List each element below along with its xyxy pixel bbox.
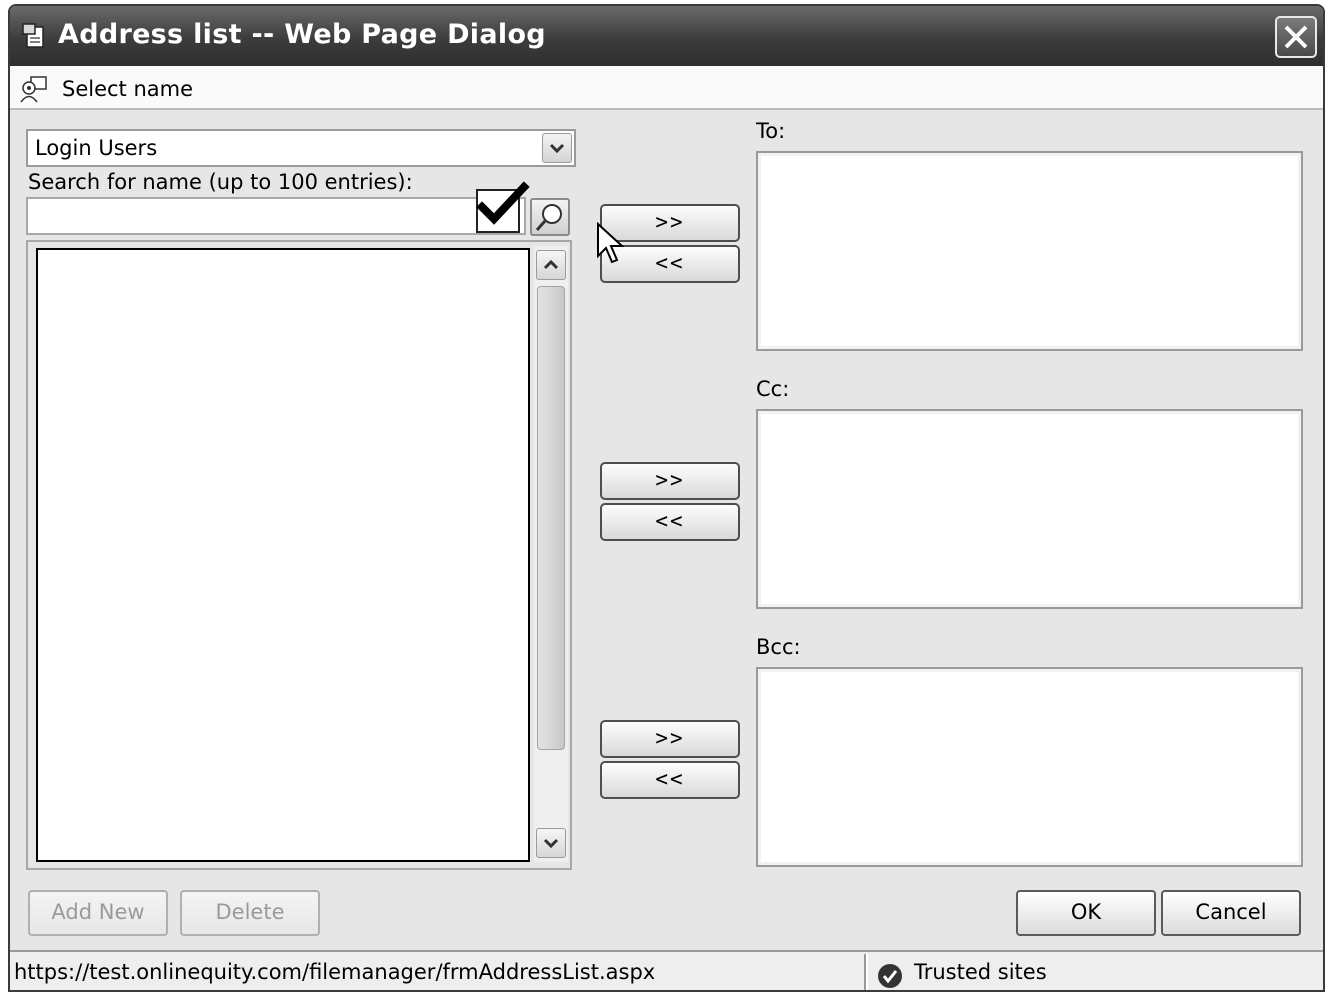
to-list[interactable] xyxy=(756,151,1303,351)
bcc-label: Bcc: xyxy=(756,635,801,659)
delete-button[interactable]: Delete xyxy=(180,890,320,936)
remove-cc-button[interactable]: << xyxy=(600,503,740,541)
names-scrollbar[interactable] xyxy=(534,246,568,862)
checkmark-icon xyxy=(476,181,530,225)
page-icon xyxy=(22,23,44,48)
contacts-icon xyxy=(20,76,47,103)
header-title: Select name xyxy=(62,77,194,101)
add-bcc-button[interactable]: >> xyxy=(600,720,740,758)
chevron-down-icon xyxy=(549,143,565,154)
status-url: https://test.onlinequity.com/filemanager… xyxy=(14,960,656,984)
security-zone: Trusted sites xyxy=(914,960,1047,984)
header-bar: Select name xyxy=(10,66,1323,110)
dialog-window: Address list -- Web Page Dialog Select n… xyxy=(8,4,1325,992)
names-list[interactable] xyxy=(36,248,530,862)
search-button[interactable] xyxy=(530,198,570,236)
magnifier-icon xyxy=(535,204,562,231)
title-bar[interactable]: Address list -- Web Page Dialog xyxy=(10,6,1323,66)
cancel-button[interactable]: Cancel xyxy=(1161,890,1301,936)
search-label: Search for name (up to 100 entries): xyxy=(28,170,413,194)
window-title: Address list -- Web Page Dialog xyxy=(58,19,546,50)
cc-label: Cc: xyxy=(756,377,790,401)
chevron-up-icon xyxy=(543,259,559,270)
scroll-thumb[interactable] xyxy=(537,286,565,750)
search-checkbox[interactable] xyxy=(476,181,530,233)
add-new-button[interactable]: Add New xyxy=(28,890,168,936)
scroll-down-button[interactable] xyxy=(536,828,566,858)
to-label: To: xyxy=(756,119,786,143)
status-divider xyxy=(864,954,868,990)
cc-list[interactable] xyxy=(756,409,1303,609)
scroll-up-button[interactable] xyxy=(536,250,566,280)
search-input[interactable] xyxy=(26,197,526,235)
names-listbox[interactable] xyxy=(26,240,572,870)
add-cc-button[interactable]: >> xyxy=(600,462,740,500)
close-icon xyxy=(1284,25,1308,49)
ok-button[interactable]: OK xyxy=(1016,890,1156,936)
mouse-cursor-icon xyxy=(597,222,625,264)
check-shield-icon xyxy=(878,964,902,988)
chevron-down-icon xyxy=(543,838,559,849)
close-button[interactable] xyxy=(1275,16,1317,58)
remove-bcc-button[interactable]: << xyxy=(600,761,740,799)
status-bar: https://test.onlinequity.com/filemanager… xyxy=(10,950,1323,990)
bcc-list[interactable] xyxy=(756,667,1303,867)
address-source-select[interactable]: Login Users xyxy=(26,129,576,167)
address-source-value: Login Users xyxy=(35,136,158,160)
dropdown-button[interactable] xyxy=(542,133,572,163)
